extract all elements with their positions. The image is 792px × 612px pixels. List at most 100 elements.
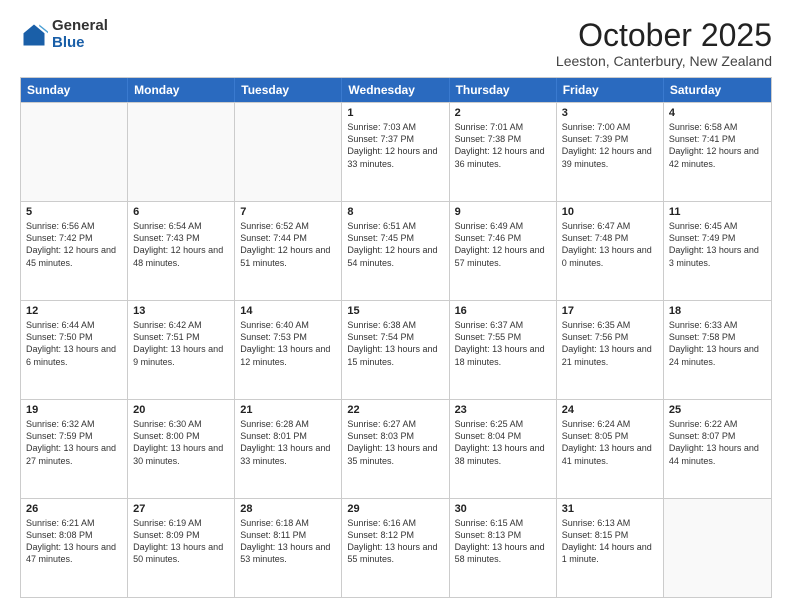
calendar-page: General Blue October 2025 Leeston, Cante… [0, 0, 792, 612]
day-number: 3 [562, 107, 658, 119]
day-info: Sunrise: 7:03 AM Sunset: 7:37 PM Dayligh… [347, 121, 443, 170]
header-saturday: Saturday [664, 78, 771, 102]
cal-cell-0-2 [235, 103, 342, 201]
day-number: 24 [562, 404, 658, 416]
day-info: Sunrise: 6:30 AM Sunset: 8:00 PM Dayligh… [133, 418, 229, 467]
header-thursday: Thursday [450, 78, 557, 102]
location-subtitle: Leeston, Canterbury, New Zealand [556, 53, 772, 69]
cal-cell-3-2: 21Sunrise: 6:28 AM Sunset: 8:01 PM Dayli… [235, 400, 342, 498]
day-info: Sunrise: 6:49 AM Sunset: 7:46 PM Dayligh… [455, 220, 551, 269]
cal-cell-1-6: 11Sunrise: 6:45 AM Sunset: 7:49 PM Dayli… [664, 202, 771, 300]
cal-cell-4-6 [664, 499, 771, 597]
cal-cell-3-4: 23Sunrise: 6:25 AM Sunset: 8:04 PM Dayli… [450, 400, 557, 498]
cal-cell-2-1: 13 Sunrise: 6:42 AM Sunset: 7:51 PM Dayli… [128, 301, 235, 399]
cal-cell-3-6: 25Sunrise: 6:22 AM Sunset: 8:07 PM Dayli… [664, 400, 771, 498]
cal-cell-4-1: 27 Sunrise: 6:19 AM Sunset: 8:09 PM Dayli… [128, 499, 235, 597]
cal-cell-0-1 [128, 103, 235, 201]
header-sunday: Sunday [21, 78, 128, 102]
day-info: Sunrise: 6:22 AM Sunset: 8:07 PM Dayligh… [669, 418, 766, 467]
day-number: 7 [240, 206, 336, 218]
day-number: 29 [347, 503, 443, 515]
cal-cell-2-5: 17 Sunrise: 6:35 AM Sunset: 7:56 PM Dayli… [557, 301, 664, 399]
cal-cell-0-3: 1 Sunrise: 7:03 AM Sunset: 7:37 PM Daylig… [342, 103, 449, 201]
day-number: 30 [455, 503, 551, 515]
day-number: 21 [240, 404, 336, 416]
cal-cell-0-6: 4Sunrise: 6:58 AM Sunset: 7:41 PM Daylig… [664, 103, 771, 201]
cal-row-2: 5 Sunrise: 6:56 AM Sunset: 7:42 PM Daylig… [21, 201, 771, 300]
cal-cell-4-3: 29 Sunrise: 6:16 AM Sunset: 8:12 PM Dayli… [342, 499, 449, 597]
day-info: Sunrise: 6:56 AM Sunset: 7:42 PM Dayligh… [26, 220, 122, 269]
day-number: 10 [562, 206, 658, 218]
cal-cell-2-2: 14 Sunrise: 6:40 AM Sunset: 7:53 PM Dayli… [235, 301, 342, 399]
day-number: 15 [347, 305, 443, 317]
logo: General Blue [20, 18, 108, 51]
day-info: Sunrise: 6:54 AM Sunset: 7:43 PM Dayligh… [133, 220, 229, 269]
day-number: 20 [133, 404, 229, 416]
cal-cell-1-1: 6 Sunrise: 6:54 AM Sunset: 7:43 PM Daylig… [128, 202, 235, 300]
cal-cell-3-3: 22 Sunrise: 6:27 AM Sunset: 8:03 PM Dayli… [342, 400, 449, 498]
cal-row-1: 1 Sunrise: 7:03 AM Sunset: 7:37 PM Daylig… [21, 102, 771, 201]
cal-row-5: 26Sunrise: 6:21 AM Sunset: 8:08 PM Dayli… [21, 498, 771, 597]
cal-cell-4-2: 28 Sunrise: 6:18 AM Sunset: 8:11 PM Dayli… [235, 499, 342, 597]
day-info: Sunrise: 6:44 AM Sunset: 7:50 PM Dayligh… [26, 319, 122, 368]
day-number: 22 [347, 404, 443, 416]
day-number: 18 [669, 305, 766, 317]
day-info: Sunrise: 6:27 AM Sunset: 8:03 PM Dayligh… [347, 418, 443, 467]
header-friday: Friday [557, 78, 664, 102]
day-number: 11 [669, 206, 766, 218]
cal-cell-4-0: 26Sunrise: 6:21 AM Sunset: 8:08 PM Dayli… [21, 499, 128, 597]
calendar: Sunday Monday Tuesday Wednesday Thursday… [20, 77, 772, 598]
cal-cell-1-0: 5 Sunrise: 6:56 AM Sunset: 7:42 PM Daylig… [21, 202, 128, 300]
cal-cell-0-0 [21, 103, 128, 201]
calendar-header: Sunday Monday Tuesday Wednesday Thursday… [21, 78, 771, 102]
logo-general-text: General [52, 18, 108, 35]
title-block: October 2025 Leeston, Canterbury, New Ze… [556, 18, 772, 69]
day-number: 19 [26, 404, 122, 416]
day-info: Sunrise: 6:19 AM Sunset: 8:09 PM Dayligh… [133, 517, 229, 566]
day-info: Sunrise: 6:15 AM Sunset: 8:13 PM Dayligh… [455, 517, 551, 566]
cal-cell-0-5: 3 Sunrise: 7:00 AM Sunset: 7:39 PM Daylig… [557, 103, 664, 201]
cal-cell-1-2: 7 Sunrise: 6:52 AM Sunset: 7:44 PM Daylig… [235, 202, 342, 300]
day-number: 5 [26, 206, 122, 218]
day-number: 6 [133, 206, 229, 218]
cal-cell-3-5: 24Sunrise: 6:24 AM Sunset: 8:05 PM Dayli… [557, 400, 664, 498]
calendar-body: 1 Sunrise: 7:03 AM Sunset: 7:37 PM Daylig… [21, 102, 771, 597]
day-info: Sunrise: 6:40 AM Sunset: 7:53 PM Dayligh… [240, 319, 336, 368]
day-info: Sunrise: 6:33 AM Sunset: 7:58 PM Dayligh… [669, 319, 766, 368]
day-number: 13 [133, 305, 229, 317]
cal-cell-3-1: 20 Sunrise: 6:30 AM Sunset: 8:00 PM Dayli… [128, 400, 235, 498]
day-info: Sunrise: 6:18 AM Sunset: 8:11 PM Dayligh… [240, 517, 336, 566]
day-number: 17 [562, 305, 658, 317]
day-number: 28 [240, 503, 336, 515]
day-info: Sunrise: 6:35 AM Sunset: 7:56 PM Dayligh… [562, 319, 658, 368]
cal-row-4: 19Sunrise: 6:32 AM Sunset: 7:59 PM Dayli… [21, 399, 771, 498]
day-info: Sunrise: 6:21 AM Sunset: 8:08 PM Dayligh… [26, 517, 122, 566]
day-number: 27 [133, 503, 229, 515]
header-monday: Monday [128, 78, 235, 102]
day-number: 2 [455, 107, 551, 119]
cal-cell-1-4: 9Sunrise: 6:49 AM Sunset: 7:46 PM Daylig… [450, 202, 557, 300]
cal-cell-2-0: 12 Sunrise: 6:44 AM Sunset: 7:50 PM Dayli… [21, 301, 128, 399]
day-number: 12 [26, 305, 122, 317]
cal-cell-2-4: 16 Sunrise: 6:37 AM Sunset: 7:55 PM Dayli… [450, 301, 557, 399]
day-info: Sunrise: 7:01 AM Sunset: 7:38 PM Dayligh… [455, 121, 551, 170]
cal-cell-4-4: 30 Sunrise: 6:15 AM Sunset: 8:13 PM Dayli… [450, 499, 557, 597]
day-number: 1 [347, 107, 443, 119]
day-info: Sunrise: 6:16 AM Sunset: 8:12 PM Dayligh… [347, 517, 443, 566]
day-info: Sunrise: 7:00 AM Sunset: 7:39 PM Dayligh… [562, 121, 658, 170]
day-number: 8 [347, 206, 443, 218]
day-info: Sunrise: 6:13 AM Sunset: 8:15 PM Dayligh… [562, 517, 658, 566]
header-wednesday: Wednesday [342, 78, 449, 102]
logo-text: General Blue [52, 18, 108, 51]
cal-cell-2-3: 15Sunrise: 6:38 AM Sunset: 7:54 PM Dayli… [342, 301, 449, 399]
cal-cell-4-5: 31Sunrise: 6:13 AM Sunset: 8:15 PM Dayli… [557, 499, 664, 597]
day-number: 14 [240, 305, 336, 317]
day-number: 16 [455, 305, 551, 317]
logo-icon [20, 21, 48, 49]
header-tuesday: Tuesday [235, 78, 342, 102]
cal-cell-2-6: 18 Sunrise: 6:33 AM Sunset: 7:58 PM Dayli… [664, 301, 771, 399]
day-info: Sunrise: 6:37 AM Sunset: 7:55 PM Dayligh… [455, 319, 551, 368]
day-info: Sunrise: 6:42 AM Sunset: 7:51 PM Dayligh… [133, 319, 229, 368]
day-info: Sunrise: 6:52 AM Sunset: 7:44 PM Dayligh… [240, 220, 336, 269]
month-title: October 2025 [556, 18, 772, 53]
